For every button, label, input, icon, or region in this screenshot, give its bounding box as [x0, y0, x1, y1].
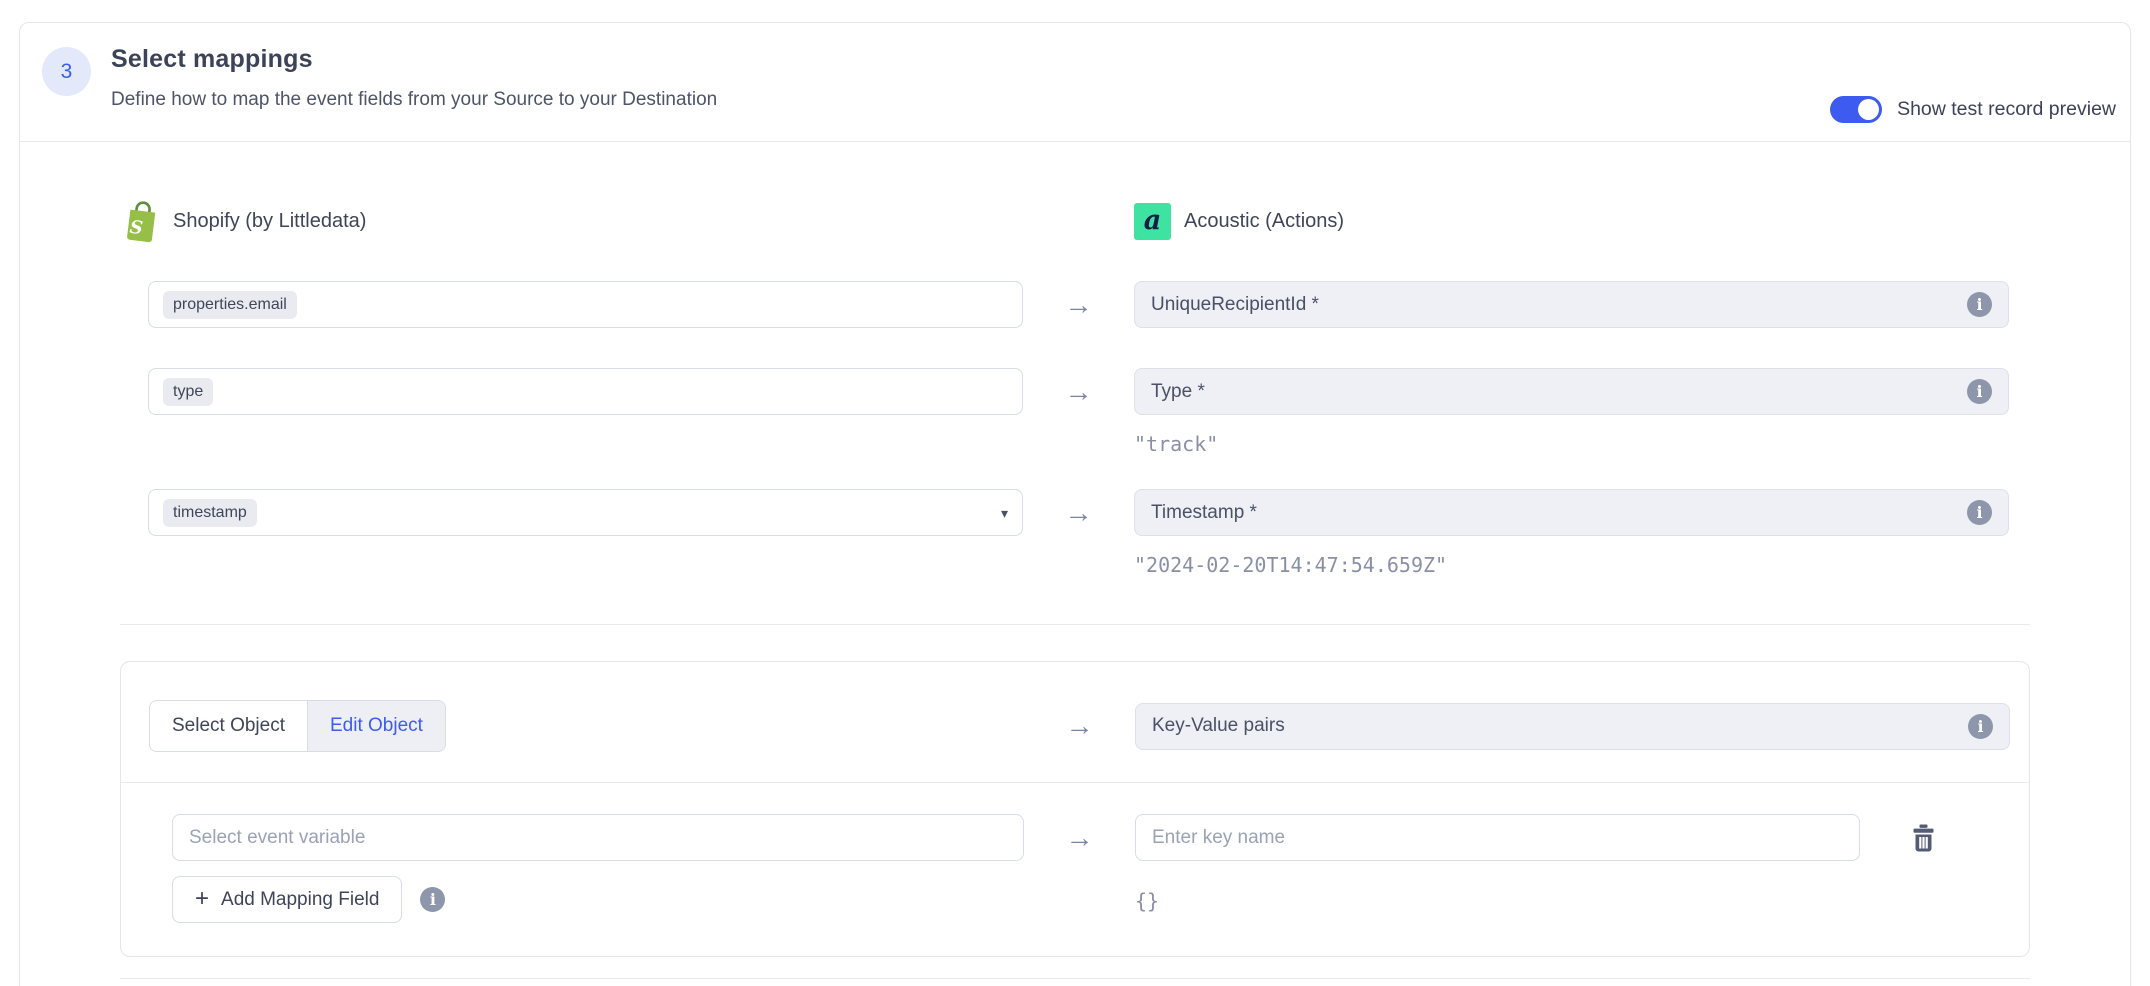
info-icon[interactable]: i [1967, 379, 1992, 404]
card-header: 3 Select mappings Define how to map the … [20, 23, 2130, 142]
destination-field-type: Type * i [1134, 368, 2009, 415]
acoustic-icon: a [1134, 203, 1171, 240]
object-preview-value: {} [1135, 889, 1860, 913]
source-value-tag[interactable]: properties.email [163, 291, 297, 319]
shopify-letter: S [129, 217, 144, 239]
source-field-combobox-type[interactable]: type [148, 368, 1023, 415]
add-field-wrap: + Add Mapping Field i [172, 876, 1024, 923]
select-mappings-page: 3 Select mappings Define how to map the … [0, 0, 2150, 986]
mapping-row-email: properties.email → UniqueRecipientId * i [148, 281, 2030, 328]
source-field-combobox-email[interactable]: properties.email [148, 281, 1023, 328]
trash-icon [1911, 824, 1936, 852]
event-variable-input[interactable] [172, 814, 1024, 861]
show-test-record-preview-toggle[interactable] [1830, 96, 1882, 123]
toggle-label: Show test record preview [1897, 98, 2116, 121]
pair-actions-row: + Add Mapping Field i {} [172, 876, 2001, 923]
tab-edit-object[interactable]: Edit Object [307, 701, 445, 751]
mapping-row-timestamp: timestamp ▾ → Timestamp * i "2024-02-20T… [148, 489, 2030, 577]
card-body: S Shopify (by Littledata) a Acoustic (Ac… [20, 142, 2130, 979]
test-record-preview-value: "track" [1134, 432, 2009, 456]
shopify-icon: S [123, 200, 160, 243]
arrow-right-icon: → [1065, 289, 1093, 321]
source-value-tag[interactable]: type [163, 378, 213, 406]
info-icon[interactable]: i [1967, 292, 1992, 317]
destination-endpoint: a Acoustic (Actions) [1134, 203, 2009, 240]
destination-endpoint-label: Acoustic (Actions) [1184, 210, 1344, 233]
info-icon[interactable]: i [420, 887, 445, 912]
source-endpoint-label: Shopify (by Littledata) [173, 210, 366, 233]
destination-field-label: Timestamp * [1151, 502, 1257, 524]
source-endpoint: S Shopify (by Littledata) [123, 200, 1023, 243]
object-mapping-header-row: Select Object Edit Object → Key-Value pa… [121, 662, 2029, 782]
page-title: Select mappings [111, 45, 717, 74]
tab-select-object[interactable]: Select Object [150, 701, 307, 751]
plus-icon: + [195, 887, 209, 911]
destination-field-uniquerecipientid: UniqueRecipientId * i [1134, 281, 2009, 328]
object-mode-tab-group: Select Object Edit Object [149, 700, 446, 752]
info-icon[interactable]: i [1968, 714, 1993, 739]
info-icon[interactable]: i [1967, 500, 1992, 525]
object-mapping-card: Select Object Edit Object → Key-Value pa… [120, 661, 2030, 957]
add-mapping-field-button[interactable]: + Add Mapping Field [172, 876, 402, 923]
source-field-combobox-timestamp[interactable]: timestamp ▾ [148, 489, 1023, 536]
bottom-divider [120, 978, 2030, 979]
add-mapping-field-label: Add Mapping Field [221, 889, 379, 911]
source-value-tag[interactable]: timestamp [163, 499, 257, 527]
arrow-right-icon: → [1065, 497, 1093, 529]
header-text: Select mappings Define how to map the ev… [111, 45, 717, 111]
destination-field-label: UniqueRecipientId * [1151, 294, 1319, 316]
object-mapping-pairs-section: → [121, 783, 2029, 956]
section-divider [120, 624, 2030, 625]
delete-pair-button[interactable] [1911, 824, 2001, 852]
destination-field-label: Key-Value pairs [1152, 715, 1285, 737]
step-number-badge: 3 [42, 47, 91, 96]
arrow-right-icon: → [1066, 710, 1094, 742]
test-record-preview-value: "2024-02-20T14:47:54.659Z" [1134, 553, 2009, 577]
page-description: Define how to map the event fields from … [111, 89, 717, 111]
destination-field-label: Type * [1151, 381, 1205, 403]
header-left: 3 Select mappings Define how to map the … [42, 45, 717, 111]
mappings-card: 3 Select mappings Define how to map the … [19, 22, 2131, 986]
chevron-down-icon[interactable]: ▾ [1001, 506, 1008, 520]
destination-field-timestamp: Timestamp * i [1134, 489, 2009, 536]
endpoints-row: S Shopify (by Littledata) a Acoustic (Ac… [123, 200, 2030, 243]
arrow-right-icon: → [1066, 822, 1094, 854]
key-name-input[interactable] [1135, 814, 1860, 861]
destination-field-key-value-pairs: Key-Value pairs i [1135, 703, 2010, 750]
mapping-row-type: type → Type * i "track" [148, 368, 2030, 456]
key-value-pair-row: → [172, 814, 2001, 861]
arrow-right-icon: → [1065, 376, 1093, 408]
toggle-knob [1858, 99, 1879, 120]
test-preview-toggle-row: Show test record preview [1830, 96, 2116, 123]
